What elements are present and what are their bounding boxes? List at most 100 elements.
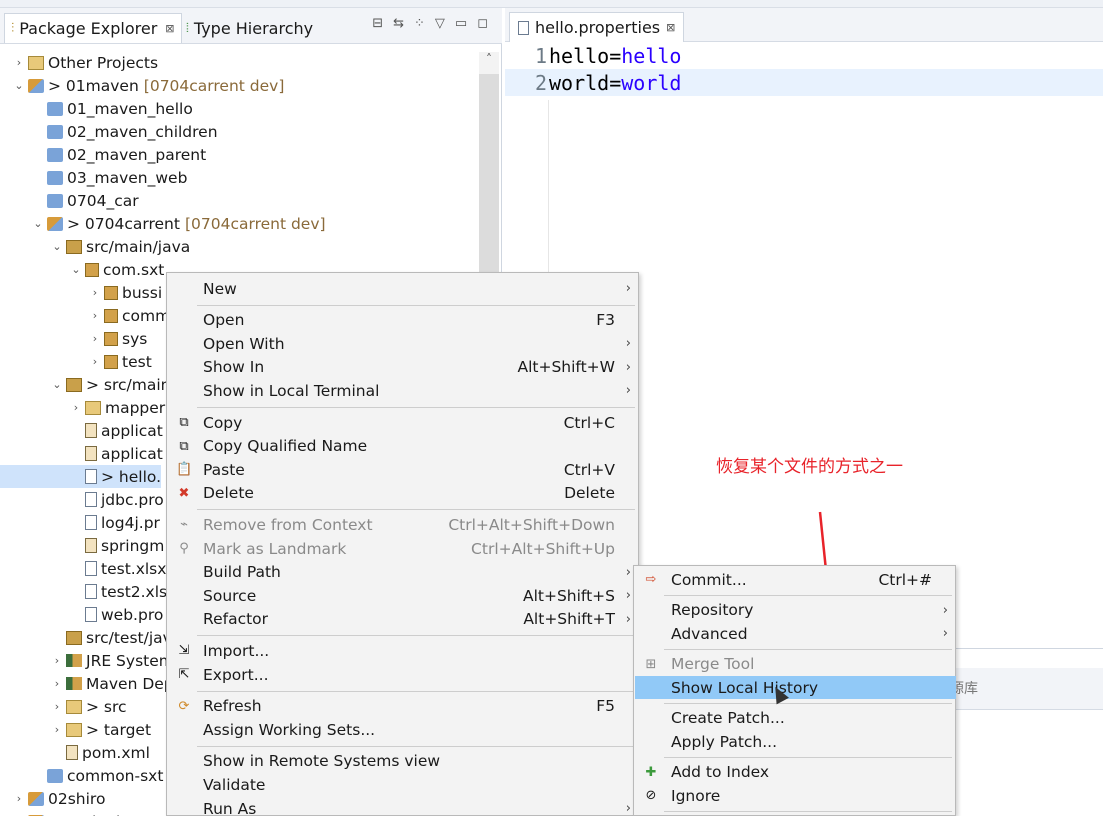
code-line[interactable]: 2 world= world	[505, 69, 1103, 96]
scroll-up-icon[interactable]: ˄	[479, 52, 499, 72]
menu-item-copy[interactable]: ⧉ Copy Ctrl+C	[168, 411, 639, 434]
tree-item[interactable]: 01_maven_hello	[0, 97, 193, 120]
close-icon[interactable]: ⊠	[666, 21, 675, 34]
property-key[interactable]: world=	[549, 71, 621, 95]
collapse-all-icon[interactable]: ⊟	[372, 16, 383, 31]
tree-item[interactable]: › > src	[0, 695, 127, 718]
tree-item[interactable]: › JRE System	[0, 649, 174, 672]
menu-item-create-patch[interactable]: Create Patch...	[635, 707, 956, 730]
collapsed-chevron-icon[interactable]: ›	[88, 355, 102, 368]
menu-item-assign-working-sets[interactable]: Assign Working Sets...	[168, 718, 639, 741]
tree-item[interactable]: applicat	[0, 442, 163, 465]
minimize-icon[interactable]: ▭	[455, 16, 467, 31]
menu-item-paste[interactable]: 📋 Paste Ctrl+V	[168, 458, 639, 481]
menu-item-open-with[interactable]: Open With ›	[168, 332, 639, 355]
code-line[interactable]: 1 hello= hello	[505, 42, 1103, 69]
tree-item[interactable]: 02_maven_parent	[0, 143, 206, 166]
tree-item-label: log4j.pr	[101, 513, 160, 532]
menu-item-apply-patch[interactable]: Apply Patch...	[635, 730, 956, 753]
collapsed-chevron-icon[interactable]: ›	[50, 654, 64, 667]
menu-item-advanced[interactable]: Advanced ›	[635, 622, 956, 645]
tree-item[interactable]: 03_maven_web	[0, 166, 187, 189]
expanded-chevron-icon[interactable]: ⌄	[31, 217, 45, 230]
tree-item[interactable]: › 02shiro	[0, 787, 106, 810]
menu-item-import[interactable]: ⇲ Import...	[168, 639, 639, 662]
property-value[interactable]: hello	[621, 44, 681, 68]
menu-item-copy-qualified-name[interactable]: ⧉ Copy Qualified Name	[168, 435, 639, 458]
maximize-icon[interactable]: ◻	[477, 16, 488, 31]
type-hierarchy-icon: ⦙	[186, 20, 189, 36]
tree-item[interactable]: applicat	[0, 419, 163, 442]
collapsed-chevron-icon[interactable]: ›	[88, 309, 102, 322]
menu-item-show-in-remote-systems-view[interactable]: Show in Remote Systems view	[168, 750, 639, 773]
code-editor[interactable]: 1 hello= hello 2 world= world	[505, 42, 1103, 96]
view-menu-icon[interactable]: ▽	[435, 16, 445, 31]
menu-item-shortcut: Ctrl+#	[878, 570, 932, 589]
menu-item-repository[interactable]: Repository ›	[635, 599, 956, 622]
link-with-editor-icon[interactable]: ⇆	[393, 16, 404, 31]
tree-item[interactable]: ⌄ > 01maven [0704carrent dev]	[0, 74, 284, 97]
tree-item[interactable]: › > target	[0, 718, 151, 741]
menu-item-run-as[interactable]: Run As ›	[168, 797, 639, 816]
menu-item-refresh[interactable]: ⟳ Refresh F5	[168, 695, 639, 718]
tree-item[interactable]: 0704_car	[0, 189, 139, 212]
menu-item-show-in[interactable]: Show In Alt+Shift+W ›	[168, 356, 639, 379]
tree-item[interactable]: springm	[0, 534, 164, 557]
tree-item[interactable]: jdbc.pro	[0, 488, 164, 511]
tree-item[interactable]: web.pro	[0, 603, 163, 626]
tree-item[interactable]: src/test/jav	[0, 626, 172, 649]
menu-item-delete[interactable]: ✖ Delete Delete	[168, 482, 639, 505]
tree-item[interactable]: test.xlsx	[0, 557, 166, 580]
tree-item[interactable]: common-sxt	[0, 764, 163, 787]
menu-item-show-in-local-terminal[interactable]: Show in Local Terminal ›	[168, 379, 639, 402]
tree-item[interactable]: ⌄ src/main/java	[0, 235, 190, 258]
tree-item[interactable]: › bussi	[0, 281, 162, 304]
collapsed-chevron-icon[interactable]: ›	[69, 401, 83, 414]
close-icon[interactable]: ⊠	[165, 22, 174, 35]
tab-type-hierarchy[interactable]: ⦙ Type Hierarchy	[180, 13, 319, 43]
menu-item-build-path[interactable]: Build Path ›	[168, 561, 639, 584]
menu-item-validate[interactable]: Validate	[168, 773, 639, 796]
tree-item[interactable]: pom.xml	[0, 741, 150, 764]
menu-item-commit[interactable]: ⇨ Commit... Ctrl+#	[635, 568, 956, 591]
collapsed-chevron-icon[interactable]: ›	[12, 792, 26, 805]
collapsed-chevron-icon[interactable]: ›	[88, 332, 102, 345]
collapsed-chevron-icon[interactable]: ›	[12, 56, 26, 69]
scroll-thumb[interactable]	[479, 74, 499, 304]
menu-item-refactor[interactable]: Refactor Alt+Shift+T ›	[168, 608, 639, 631]
tree-item[interactable]: > hello.	[0, 465, 162, 488]
menu-item-export[interactable]: ⇱ Export...	[168, 663, 639, 686]
menu-item-ignore[interactable]: ⊘ Ignore	[635, 784, 956, 807]
tree-item[interactable]: ⌄ > 0704carrent [0704carrent dev]	[0, 212, 325, 235]
tree-item[interactable]: 02_maven_children	[0, 120, 218, 143]
property-value[interactable]: world	[621, 71, 681, 95]
collapsed-chevron-icon[interactable]: ›	[50, 677, 64, 690]
collapsed-chevron-icon[interactable]: ›	[50, 700, 64, 713]
collapsed-chevron-icon[interactable]: ›	[50, 723, 64, 736]
menu-item-open[interactable]: Open F3	[168, 309, 639, 332]
tree-item[interactable]: log4j.pr	[0, 511, 160, 534]
tree-item[interactable]: ›03springboot	[0, 810, 151, 816]
expanded-chevron-icon[interactable]: ⌄	[69, 263, 83, 276]
tree-item[interactable]: test2.xls	[0, 580, 167, 603]
property-key[interactable]: hello=	[549, 44, 621, 68]
tab-hello-properties[interactable]: hello.properties ⊠	[509, 12, 685, 42]
menu-item-source[interactable]: Source Alt+Shift+S ›	[168, 584, 639, 607]
expanded-chevron-icon[interactable]: ⌄	[12, 79, 26, 92]
tree-item[interactable]: › comm	[0, 304, 170, 327]
tab-package-explorer[interactable]: ⫶ Package Explorer ⊠	[4, 13, 182, 43]
menu-item-add-to-index[interactable]: ✚ Add to Index	[635, 761, 956, 784]
tree-item[interactable]: › mapper	[0, 396, 165, 419]
tree-item[interactable]: ⌄ com.sxt	[0, 258, 164, 281]
tree-item[interactable]: › test	[0, 350, 152, 373]
tree-item[interactable]: ⌄ > src/main	[0, 373, 170, 396]
menu-item-show-local-history[interactable]: Show Local History	[635, 676, 956, 699]
tree-item[interactable]: › Maven Dep	[0, 672, 174, 695]
tree-item[interactable]: › sys	[0, 327, 148, 350]
collapsed-chevron-icon[interactable]: ›	[88, 286, 102, 299]
menu-item-new[interactable]: New ›	[168, 277, 639, 300]
expanded-chevron-icon[interactable]: ⌄	[50, 240, 64, 253]
tree-item[interactable]: › Other Projects	[0, 51, 158, 74]
focus-icon[interactable]: ⁘	[414, 16, 425, 31]
expanded-chevron-icon[interactable]: ⌄	[50, 378, 64, 391]
